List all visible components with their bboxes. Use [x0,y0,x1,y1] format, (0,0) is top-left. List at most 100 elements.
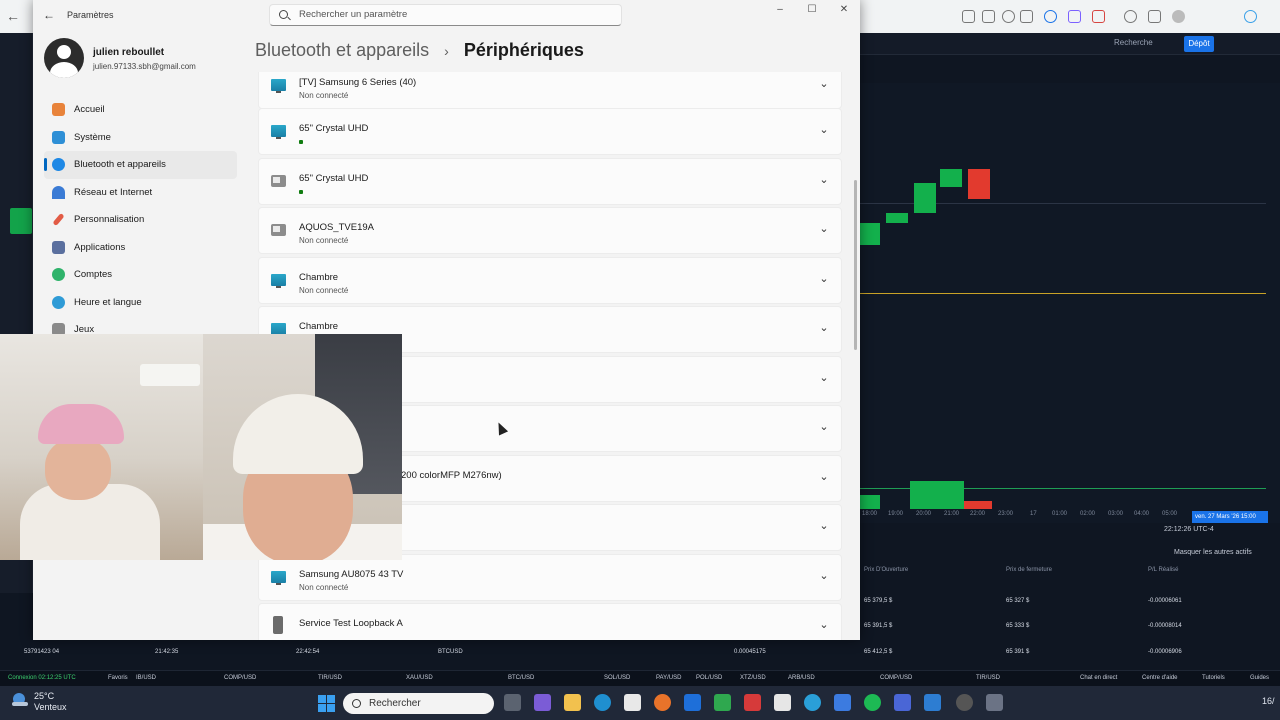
ticker-item[interactable]: BTC/USD [508,675,534,681]
teams-icon[interactable] [534,694,551,711]
chevron-down-icon[interactable]: ⌄ [819,224,829,235]
device-row[interactable]: Service Test Loopback A ⌄ [258,603,842,640]
ticker-item[interactable]: IB/USD [136,675,156,681]
minimize-button[interactable]: – [770,4,790,18]
trading-search[interactable]: Recherche [1114,38,1153,47]
globe-clock-icon [52,295,65,309]
user-email: julien.97133.sbh@gmail.com [93,62,196,71]
chevron-down-icon[interactable]: ⌄ [819,373,829,384]
app-icon[interactable] [924,694,941,711]
ticker-item[interactable]: XAU/USD [406,675,433,681]
windows-start-icon[interactable] [318,695,335,712]
taskbar-search[interactable]: Rechercher [343,693,494,714]
file-explorer-icon[interactable] [564,694,581,711]
copilot-icon[interactable] [1244,10,1257,23]
device-row[interactable]: 65" Crystal UHD ⌄ [258,108,842,155]
device-row[interactable]: 65" Crystal UHD ⌄ [258,158,842,205]
translate-icon[interactable] [982,10,995,23]
nav-item-heure-langue[interactable]: Heure et langue [44,289,237,317]
browser-back-icon[interactable]: ← [6,8,22,24]
back-arrow-icon[interactable]: ← [43,8,55,22]
nav-item-systeme[interactable]: Système [44,124,237,152]
extension-icon[interactable] [1092,10,1105,23]
chrome-icon[interactable] [956,694,973,711]
device-row[interactable]: AQUOS_TVE19A Non connecté ⌄ [258,207,842,254]
app-icon[interactable] [834,694,851,711]
chevron-down-icon[interactable]: ⌄ [819,274,829,285]
apps-icon[interactable] [962,10,975,23]
telegram-icon[interactable] [804,694,821,711]
price-chart[interactable] [860,83,1280,523]
app-icon[interactable] [894,694,911,711]
ticker-item[interactable]: ARB/USD [788,675,815,681]
tutorials-link[interactable]: Tutoriels [1202,675,1225,681]
live-chat-link[interactable]: Chat en direct [1080,675,1117,681]
device-row[interactable]: [TV] Samsung 6 Series (40) Non connecté … [258,72,842,109]
chevron-down-icon[interactable]: ⌄ [819,79,829,90]
extension-icon[interactable] [1068,10,1081,23]
extension-icon[interactable] [1044,10,1057,23]
close-button[interactable]: ✕ [834,4,854,18]
settings-search-input[interactable]: Rechercher un paramètre [269,4,622,26]
app-icon[interactable] [744,694,761,711]
nav-label: Applications [74,241,126,253]
firefox-icon[interactable] [654,694,671,711]
nav-item-bluetooth[interactable]: Bluetooth et appareils [44,151,237,179]
ticker-item[interactable]: XTZ/USD [740,675,766,681]
task-view-icon[interactable] [504,694,521,711]
maximize-button[interactable]: ☐ [802,4,822,18]
nav-item-personnalisation[interactable]: Personnalisation [44,206,237,234]
weather-widget[interactable]: 25°C Venteux [10,691,67,712]
device-row[interactable]: Samsung AU8075 43 TV Non connecté ⌄ [258,554,842,601]
user-profile[interactable]: julien reboullet julien.97133.sbh@gmail.… [44,38,244,78]
nav-item-reseau[interactable]: Réseau et Internet [44,179,237,207]
app-icon[interactable] [714,694,731,711]
ticker-item[interactable]: PAY/USD [656,675,681,681]
nav-item-applications[interactable]: Applications [44,234,237,262]
app-icon[interactable] [684,694,701,711]
ticker-item[interactable]: TIR/USD [318,675,342,681]
chevron-down-icon[interactable]: ⌄ [819,422,829,433]
favorites-link[interactable]: Favoris [108,675,128,681]
ticker-item[interactable]: COMP/USD [880,675,912,681]
chevron-down-icon[interactable]: ⌄ [819,125,829,136]
app-icon[interactable] [774,694,791,711]
hide-other-assets-checkbox[interactable]: Masquer les autres actifs [1174,549,1252,556]
column-header: Prix de fermeture [1006,567,1053,573]
chevron-down-icon[interactable]: ⌄ [819,521,829,532]
nav-item-comptes[interactable]: Comptes [44,261,237,289]
store-icon[interactable] [624,694,641,711]
settings-gear-icon[interactable] [986,694,1003,711]
deposit-button[interactable]: Dépôt [1184,36,1214,52]
ticker-item[interactable]: TIR/USD [976,675,1000,681]
settings-search-placeholder: Rechercher un paramètre [299,9,408,20]
collections-icon[interactable] [1148,10,1161,23]
tray-clock[interactable]: 16/ [1262,696,1275,706]
chevron-down-icon[interactable]: ⌄ [819,472,829,483]
chevron-down-icon[interactable]: ⌄ [819,571,829,582]
ticker-item[interactable]: POL/USD [696,675,722,681]
scrollbar[interactable] [854,180,857,350]
favorite-star-icon[interactable] [1020,10,1033,23]
chevron-down-icon[interactable]: ⌄ [819,620,829,631]
breadcrumb-parent[interactable]: Bluetooth et appareils [255,40,429,60]
help-center-link[interactable]: Centre d'aide [1142,675,1178,681]
weather-condition: Venteux [34,702,67,712]
time-tick: 02:00 [1080,511,1096,517]
device-row[interactable]: Chambre Non connecté ⌄ [258,257,842,304]
ticker-item[interactable]: COMP/USD [224,675,256,681]
ticker-item[interactable]: SOL/USD [604,675,630,681]
table-row[interactable]: 53791423 04 21:42:35 22:42:54 BTCUSD 0.0… [0,642,1280,664]
refresh-icon[interactable] [1124,10,1137,23]
trading-header: Recherche Dépôt [860,33,1280,55]
nav-label: Bluetooth et appareils [74,159,166,170]
chevron-down-icon[interactable]: ⌄ [819,175,829,186]
zoom-icon[interactable] [1002,10,1015,23]
edge-icon[interactable] [594,694,611,711]
spotify-icon[interactable] [864,694,881,711]
profile-avatar-icon[interactable] [1172,10,1185,23]
buy-button[interactable] [10,208,32,234]
guides-link[interactable]: Guides [1250,675,1269,681]
chevron-down-icon[interactable]: ⌄ [819,323,829,334]
nav-item-accueil[interactable]: Accueil [44,96,237,124]
